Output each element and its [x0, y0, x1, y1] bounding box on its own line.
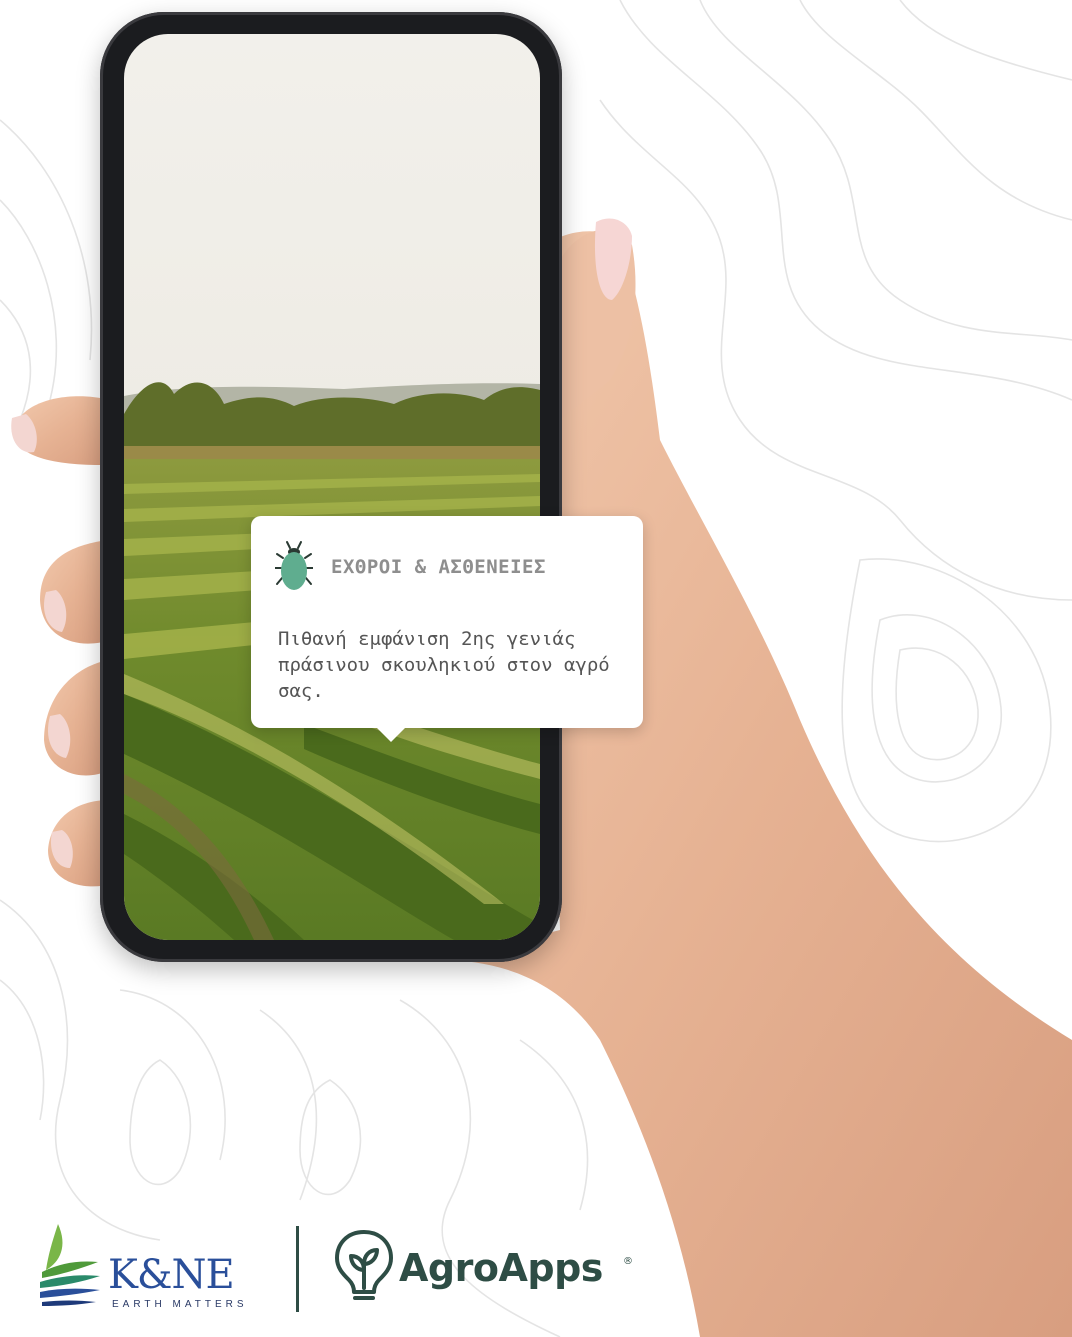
kne-logo: K&NE EARTH MATTERS: [38, 1222, 278, 1312]
card-pointer: [377, 728, 405, 742]
alert-title: ΕΧΘΡΟΙ & ΑΣΘΕΝΕΙΕΣ: [331, 556, 546, 578]
phone-screen: [124, 34, 540, 940]
kne-brand-name: K&NE: [108, 1252, 235, 1298]
footer-logos: K&NE EARTH MATTERS AgroApps ®: [38, 1222, 658, 1314]
pest-alert-card[interactable]: ΕΧΘΡΟΙ & ΑΣΘΕΝΕΙΕΣ Πιθανή εμφάνιση 2ης γ…: [251, 516, 643, 742]
field-photo: [124, 34, 540, 940]
agroapps-brand-name: AgroApps: [399, 1246, 603, 1290]
agroapps-logo: AgroApps ®: [333, 1222, 653, 1312]
registered-mark: ®: [623, 1256, 633, 1267]
bug-icon: [275, 541, 313, 590]
logo-divider: [296, 1226, 299, 1312]
kne-tagline: EARTH MATTERS: [112, 1299, 248, 1310]
alert-message: Πιθανή εμφάνιση 2ης γενιάς πράσινου σκου…: [278, 628, 610, 702]
kne-leaf-icon: [40, 1224, 100, 1306]
phone-device: [100, 12, 562, 962]
bulb-sprout-icon: [335, 1230, 393, 1300]
